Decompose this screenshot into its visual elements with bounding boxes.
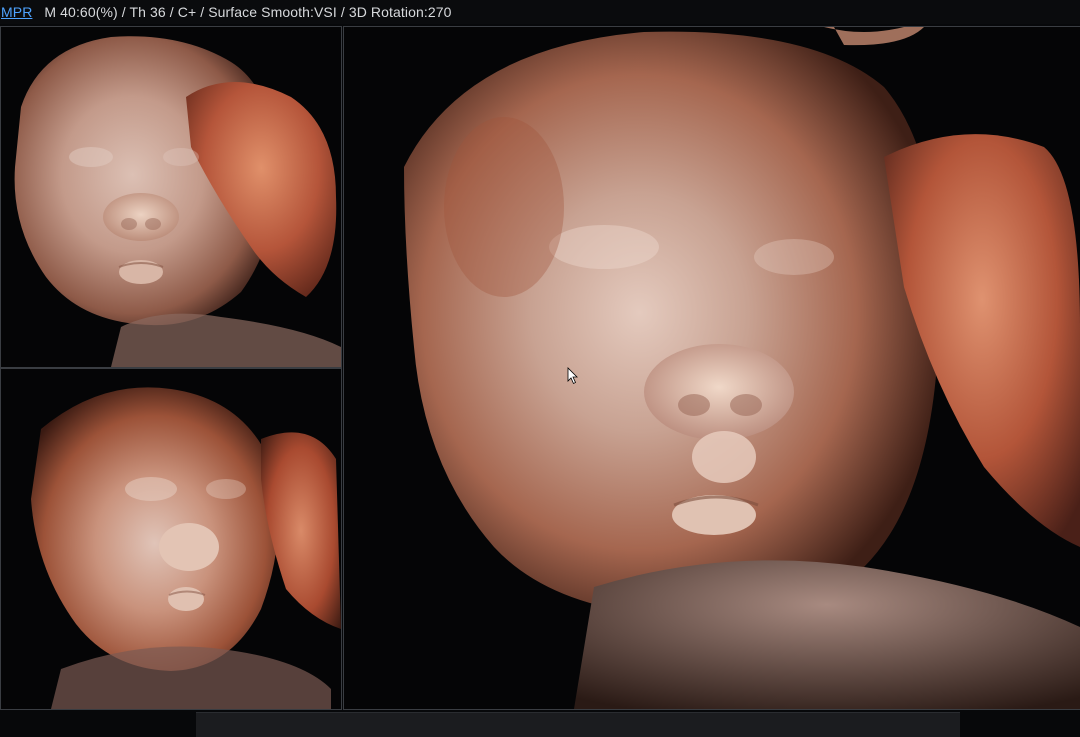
- bottom-left-render-panel[interactable]: [0, 368, 342, 710]
- fetal-face-render-view-1: [1, 27, 341, 367]
- main-render-panel[interactable]: [343, 26, 1080, 710]
- bottom-toolbar: [196, 712, 960, 737]
- render-parameters: M 40:60(%) / Th 36 / C+ / Surface Smooth…: [44, 4, 452, 20]
- fetal-face-render-view-2: [1, 369, 341, 709]
- mpr-mode-link[interactable]: MPR: [0, 4, 44, 20]
- top-left-render-panel[interactable]: [0, 26, 342, 368]
- fetal-face-render-main: [344, 27, 1080, 709]
- ultrasound-viewer: MPR M 40:60(%) / Th 36 / C+ / Surface Sm…: [0, 0, 1080, 737]
- status-header: MPR M 40:60(%) / Th 36 / C+ / Surface Sm…: [0, 0, 1080, 24]
